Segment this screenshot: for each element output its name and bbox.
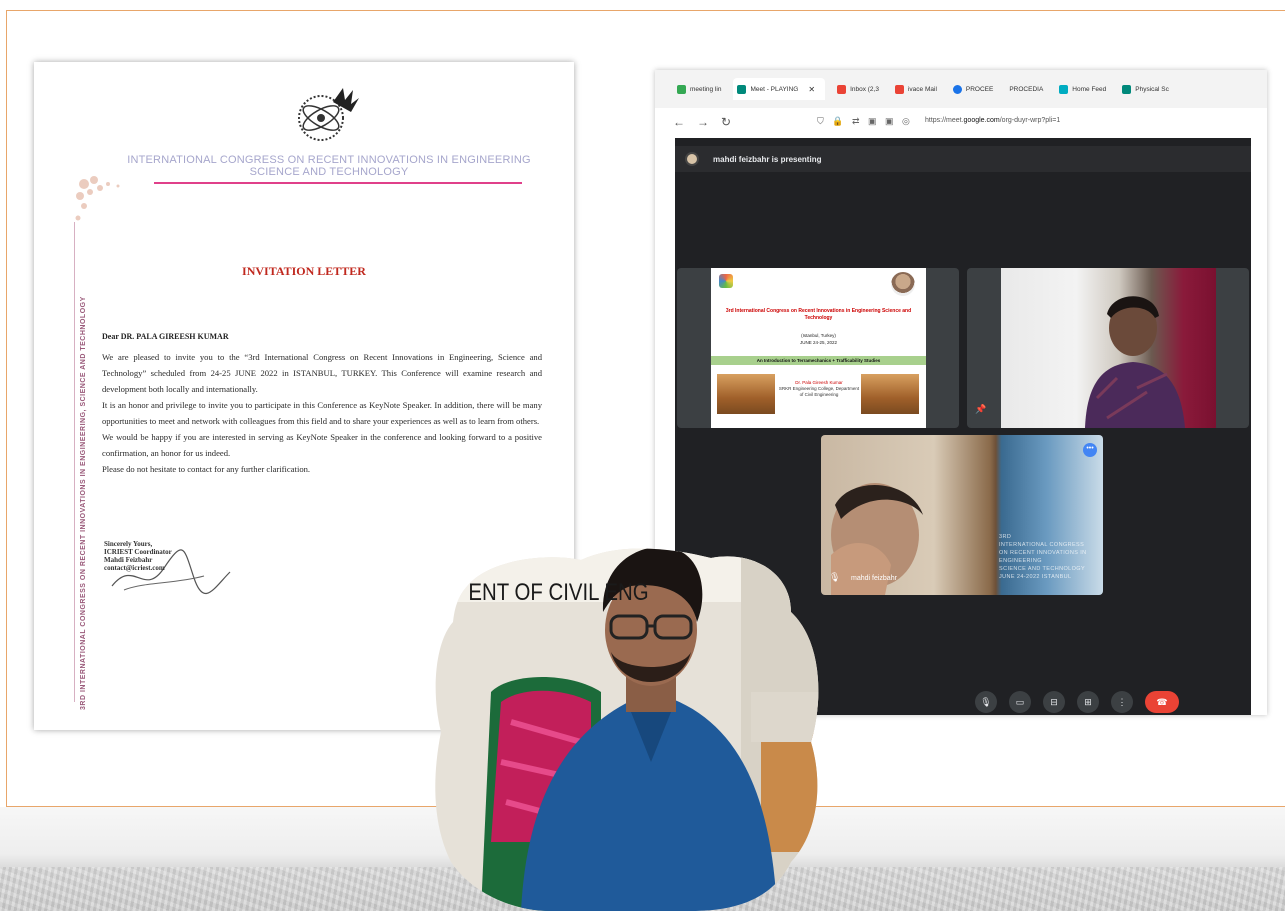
present-screen-icon[interactable]: ⊞ xyxy=(1077,691,1099,713)
presenting-banner: mahdi feizbahr is presenting xyxy=(675,146,1251,172)
slide-title: 3rd International Congress on Recent Inn… xyxy=(725,308,912,321)
floral-ornament-icon xyxy=(75,176,120,221)
rover-image xyxy=(861,374,919,414)
presentation-tile[interactable]: 3rd International Congress on Recent Inn… xyxy=(677,268,959,428)
letter-paragraph: Please do not hesitate to contact for an… xyxy=(102,464,311,474)
side-vertical-text: 3RD INTERNATIONAL CONGRESS ON RECENT INN… xyxy=(80,296,87,710)
letter-paragraph: It is an honor and privilege to invite y… xyxy=(102,400,542,426)
letter-paragraph: We would be happy if you are interested … xyxy=(102,432,542,458)
camera-icon[interactable]: ▭ xyxy=(1009,691,1031,713)
back-arrow-icon[interactable]: ← xyxy=(673,115,685,129)
browser-tab-active[interactable]: Meet - PLAYING ✕ xyxy=(733,78,826,100)
video-overlay-text: 3RD INTERNATIONAL CONGRESS ON RECENT INN… xyxy=(999,534,1087,580)
browser-tab[interactable]: PROCEE xyxy=(949,78,997,100)
department-sign-text: ENT OF CIVIL ENG xyxy=(468,578,648,605)
congress-logo-icon xyxy=(298,88,359,141)
slide-banner: An Introduction to Terramechanics + Traf… xyxy=(711,356,926,365)
close-tab-icon[interactable]: ✕ xyxy=(808,85,815,94)
sign-line: contact@icriest.com xyxy=(104,564,165,572)
participant-video xyxy=(1001,268,1216,428)
participant-video-tile[interactable]: 3RD INTERNATIONAL CONGRESS ON RECENT INN… xyxy=(821,435,1103,595)
browser-tab[interactable]: Inbox (2,3 xyxy=(833,78,883,100)
more-options-icon[interactable]: ⋮ xyxy=(1111,691,1133,713)
browser-tab[interactable]: Physical Sc xyxy=(1118,78,1173,100)
microphone-icon[interactable]: 🎙 xyxy=(975,691,997,713)
tab-favicon-icon xyxy=(952,84,962,94)
gmail-favicon-icon xyxy=(894,84,904,94)
call-controls: 🎙 ▭ ⊟ ⊞ ⋮ ☎ xyxy=(975,691,1179,713)
slide-author: Dr. Pala Gireesh Kumar SRKR Engineering … xyxy=(778,380,860,397)
tab-favicon-icon xyxy=(1122,84,1132,94)
letter-heading: INVITATION LETTER xyxy=(242,264,366,278)
speaker-photo xyxy=(891,272,915,296)
participant-figure xyxy=(1085,296,1185,428)
mic-off-icon[interactable]: 🎙 xyxy=(829,572,840,583)
browser-tab[interactable]: PROCEDIA xyxy=(1005,78,1047,100)
end-call-icon[interactable]: ☎ xyxy=(1145,691,1179,713)
slide-location: (Istanbul, Turkey) JUNE 24-25, 2022 xyxy=(799,333,838,345)
sign-line: ICRIEST Coordinator xyxy=(104,548,172,556)
letter-salutation: Dear DR. PALA GIREESH KUMAR xyxy=(102,332,229,341)
pin-icon[interactable]: 📌 xyxy=(975,404,986,415)
address-bar: ← → ↻ ⛉ 🔒 ⇄ ▣ ▣ ◎ https://meet.google.co… xyxy=(655,108,1267,138)
browser-tab[interactable]: ivace Mail xyxy=(891,78,941,100)
browser-tab[interactable]: meeting lin xyxy=(673,78,725,100)
meet-favicon-icon xyxy=(737,84,747,94)
letter-paragraph: We are pleased to invite you to the “3rd… xyxy=(102,352,542,394)
congress-title: INTERNATIONAL CONGRESS ON RECENT INNOVAT… xyxy=(127,154,531,178)
participant-video-tile[interactable]: 📌 xyxy=(967,268,1249,428)
more-options-icon[interactable]: ••• xyxy=(1083,443,1097,457)
browser-tab-strip: meeting lin Meet - PLAYING ✕ Inbox (2,3 i… xyxy=(655,70,1267,108)
letter-signature-block: Sincerely Yours, ICRIEST Coordinator Mah… xyxy=(104,540,172,572)
speaker-portrait-photo: ENT OF CIVIL ENG xyxy=(435,548,819,911)
congress-logo-icon xyxy=(719,274,733,288)
reload-icon[interactable]: ↻ xyxy=(721,115,731,129)
tab-favicon-icon xyxy=(1059,84,1069,94)
gmail-favicon-icon xyxy=(837,84,847,94)
tab-favicon-icon xyxy=(677,84,686,94)
presenting-text: mahdi feizbahr is presenting xyxy=(713,154,822,164)
letter-body: We are pleased to invite you to the “3rd… xyxy=(102,349,542,477)
browser-tab[interactable]: Home Feed xyxy=(1055,78,1110,100)
sign-line: Sincerely Yours, xyxy=(104,540,153,548)
participant-video: 3RD INTERNATIONAL CONGRESS ON RECENT INN… xyxy=(821,435,1103,595)
url-text[interactable]: https://meet.google.com/org-duyr-wrp?pli… xyxy=(925,117,1060,124)
participant-name: mahdi feizbahr xyxy=(851,575,897,582)
avatar xyxy=(685,152,699,166)
side-rule xyxy=(74,222,75,702)
presentation-slide: 3rd International Congress on Recent Inn… xyxy=(711,268,926,428)
captions-icon[interactable]: ⊟ xyxy=(1043,691,1065,713)
pink-divider xyxy=(154,182,522,184)
rover-image xyxy=(717,374,775,414)
site-info-icons[interactable]: ⛉ 🔒 ⇄ ▣ ▣ ◎ xyxy=(817,116,913,127)
forward-arrow-icon[interactable]: → xyxy=(697,115,709,129)
sign-line: Mahdi Feizbahr xyxy=(104,556,153,564)
